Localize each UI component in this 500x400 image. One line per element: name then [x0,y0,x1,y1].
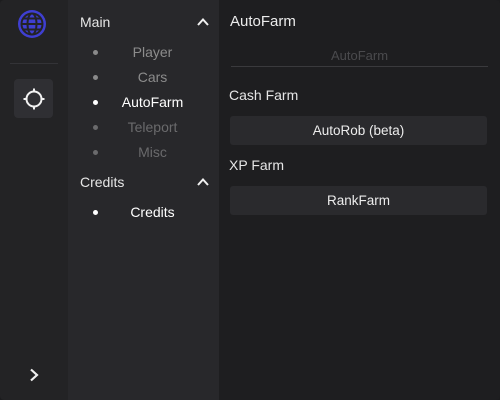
section-header-main[interactable]: Main [80,12,210,32]
autorob-button[interactable]: AutoRob (beta) [230,116,487,145]
section-title: Credits [80,174,125,190]
nav-item-label: Cars [137,69,168,85]
nav-item-label: Misc [138,144,167,160]
bullet [93,209,98,215]
bullet [93,99,98,105]
bullet [93,149,98,155]
nav-item-autofarm[interactable]: AutoFarm [93,92,203,112]
subtab-label[interactable]: AutoFarm [231,48,488,63]
nav-panel: Main Player Cars AutoFarm Teleport Misc … [68,0,219,400]
nav-item-label: AutoFarm [121,94,184,110]
rail-button-main[interactable] [14,79,53,118]
chevron-right-icon[interactable] [26,367,42,383]
section-header-credits[interactable]: Credits [80,172,210,192]
crosshair-icon [23,88,44,109]
globe-icon[interactable] [17,9,47,39]
group-label-xp-farm: XP Farm [229,157,284,173]
nav-item-label: Player [132,44,173,60]
chevron-up-icon [197,178,209,186]
chevron-up-icon [197,18,209,26]
group-label-cash-farm: Cash Farm [229,87,299,103]
app-window: Main Player Cars AutoFarm Teleport Misc … [0,0,500,400]
subtab-divider [231,66,488,67]
nav-item-credits[interactable]: Credits [93,202,203,222]
nav-item-label: Teleport [127,119,178,135]
content-panel: AutoFarm AutoFarm Cash Farm AutoRob (bet… [219,0,500,400]
nav-item-teleport[interactable]: Teleport [93,117,203,137]
bullet [93,74,98,80]
page-title: AutoFarm [230,13,296,30]
bullet [93,124,98,130]
nav-item-cars[interactable]: Cars [93,67,203,87]
icon-rail [0,0,68,400]
nav-item-misc[interactable]: Misc [93,142,203,162]
rankfarm-button[interactable]: RankFarm [230,186,487,215]
nav-item-player[interactable]: Player [93,42,203,62]
nav-item-label: Credits [130,204,175,220]
section-title: Main [80,14,111,30]
rail-divider [10,63,58,64]
bullet [93,49,98,55]
